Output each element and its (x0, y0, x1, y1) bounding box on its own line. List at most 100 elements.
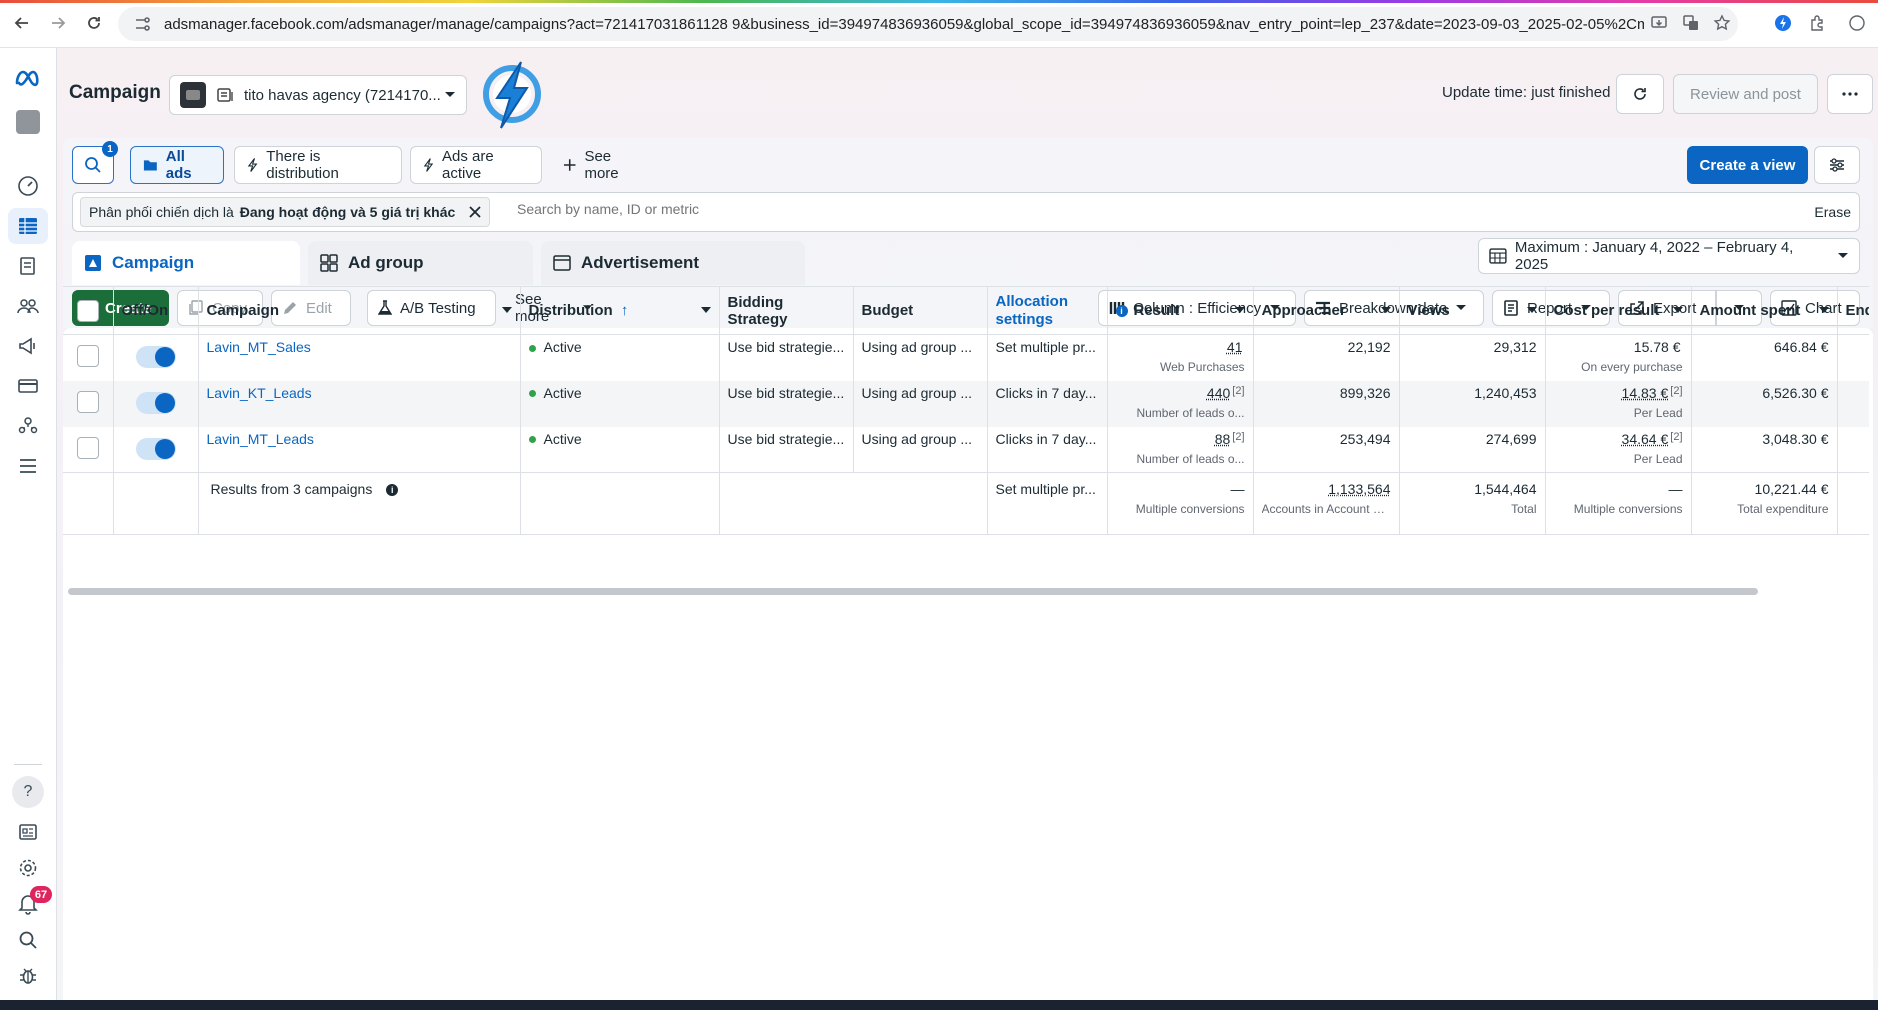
summary-result-value: — (1230, 481, 1245, 497)
column-header-allocation[interactable]: Allocation settings (987, 286, 1108, 335)
tab-ad-group[interactable]: Ad group (308, 241, 533, 285)
distribution-status: Active (543, 430, 582, 447)
sort-ascending-icon: ↑ (620, 302, 629, 319)
table-row[interactable]: Lavin_KT_Leads Active Use bid strategie.… (63, 380, 1869, 427)
result-footnote: [2] (1232, 384, 1245, 397)
caret-down-icon[interactable] (1380, 307, 1391, 314)
row-checkbox[interactable] (76, 390, 99, 413)
pages-icon[interactable] (8, 248, 48, 284)
refresh-button[interactable] (1616, 74, 1664, 114)
more-options-button[interactable] (1827, 74, 1873, 114)
cost-per-result-value[interactable]: 34.64 € (1622, 431, 1669, 447)
cost-per-result-footnote: [2] (1670, 384, 1683, 397)
active-filter-chip[interactable]: Phân phối chiến dịch là Đang hoạt động v… (80, 197, 491, 227)
address-bar[interactable]: adsmanager.facebook.com/adsmanager/manag… (118, 7, 1738, 41)
audiences-icon[interactable] (8, 288, 48, 324)
tab-strip-accent (0, 0, 1878, 3)
view-settings-button[interactable] (1814, 146, 1860, 184)
create-view-button[interactable]: Create a view (1687, 146, 1808, 184)
browser-toolbar: adsmanager.facebook.com/adsmanager/manag… (0, 0, 1878, 48)
extension-bolt-icon[interactable] (1772, 12, 1794, 34)
column-header-cost-per-result[interactable]: Cost per result (1545, 286, 1692, 335)
cost-per-result-value[interactable]: 14.83 € (1622, 385, 1669, 401)
caret-down-icon[interactable] (1672, 307, 1683, 314)
url-text[interactable]: adsmanager.facebook.com/adsmanager/manag… (164, 16, 1644, 33)
column-header-onoff[interactable]: Off/On (113, 286, 199, 335)
close-icon[interactable] (469, 206, 481, 218)
select-all-checkbox[interactable] (76, 299, 99, 322)
column-header-end[interactable]: End (1837, 286, 1869, 335)
result-value[interactable]: 440 (1207, 385, 1230, 401)
back-icon[interactable] (10, 11, 34, 35)
distribution-filter-button[interactable]: There is distribution (234, 146, 402, 184)
caret-down-icon[interactable] (1234, 307, 1245, 314)
dashboard-gauge-icon[interactable] (8, 168, 48, 204)
cost-per-result-type: Per Lead (1633, 405, 1683, 420)
caret-down-icon[interactable] (501, 307, 512, 314)
news-feed-icon[interactable] (8, 814, 48, 850)
column-header-bidding[interactable]: Bidding Strategy (719, 286, 854, 335)
result-value[interactable]: 88 (1215, 431, 1231, 447)
info-icon[interactable]: i (1115, 305, 1128, 317)
bookmark-star-icon[interactable] (1711, 12, 1733, 34)
tab-campaign-label: Campaign (112, 253, 195, 272)
row-checkbox[interactable] (76, 345, 99, 367)
ads-active-filter-button[interactable]: Ads are active (410, 146, 542, 184)
result-value[interactable]: 41 (1227, 339, 1243, 355)
caret-down-icon[interactable] (700, 307, 711, 314)
business-people-icon[interactable] (8, 408, 48, 444)
caret-down-icon[interactable] (1526, 307, 1537, 314)
date-range-picker[interactable]: Maximum : January 4, 2022 – February 4, … (1478, 238, 1860, 274)
search-input[interactable] (517, 201, 1417, 217)
column-header-amount-spent[interactable]: Amount spent (1691, 286, 1838, 335)
campaign-toggle[interactable] (135, 437, 176, 460)
caret-down-icon[interactable] (1818, 307, 1829, 314)
billing-card-icon[interactable] (8, 368, 48, 404)
summary-row: Results from 3 campaigns i Set multiple … (63, 472, 1869, 535)
campaign-name-cell: Lavin_MT_Leads (198, 426, 521, 473)
column-header-distribution[interactable]: Distribution ↑ (520, 286, 720, 335)
table-row[interactable]: Lavin_MT_Sales Active Use bid strategie.… (63, 334, 1869, 381)
tab-campaign[interactable]: Campaign (72, 241, 300, 285)
forward-icon[interactable] (46, 11, 70, 35)
meta-logo-icon[interactable] (8, 60, 48, 96)
column-header-campaign[interactable]: Campaign (198, 286, 521, 335)
help-icon[interactable]: ? (8, 774, 48, 810)
review-and-post-button[interactable]: Review and post (1673, 74, 1818, 114)
column-header-approacher[interactable]: Approacher (1253, 286, 1400, 335)
all-ads-button[interactable]: All ads (130, 146, 224, 184)
install-app-icon[interactable] (1648, 12, 1670, 34)
menu-hamburger-icon[interactable] (8, 448, 48, 484)
search-icon[interactable] (8, 922, 48, 958)
campaign-toggle[interactable] (135, 346, 176, 368)
summary-approacher-value[interactable]: 1,133,564 (1328, 481, 1390, 497)
horizontal-scrollbar[interactable] (68, 588, 1758, 595)
row-checkbox[interactable] (76, 436, 99, 459)
account-avatar[interactable] (8, 104, 48, 140)
campaigns-table-icon[interactable] (8, 208, 48, 244)
bug-report-icon[interactable] (8, 958, 48, 994)
see-more-filters-button[interactable]: See more (550, 146, 660, 184)
megaphone-icon[interactable] (8, 328, 48, 364)
settings-gear-icon[interactable] (8, 850, 48, 886)
profile-dots-icon[interactable] (1846, 12, 1868, 34)
info-icon[interactable]: i (386, 484, 399, 496)
extensions-puzzle-icon[interactable] (1807, 12, 1829, 34)
translate-icon[interactable] (1680, 12, 1702, 34)
campaign-toggle[interactable] (135, 391, 176, 414)
update-time-text: Update time: just finished (1442, 84, 1611, 101)
erase-filters-button[interactable]: Erase (1814, 204, 1851, 220)
tab-advertisement[interactable]: Advertisement (541, 241, 805, 285)
column-header-result[interactable]: i Result (1107, 286, 1254, 335)
campaign-name-link[interactable]: Lavin_MT_Leads (207, 431, 314, 447)
reload-icon[interactable] (82, 11, 106, 35)
cost-per-result-footnote: [2] (1670, 430, 1683, 443)
account-selector[interactable]: tito havas agency (7214170... (169, 75, 467, 115)
result-cell: 88 [2] Number of leads o... (1107, 426, 1254, 473)
site-info-icon[interactable] (132, 14, 152, 34)
table-row[interactable]: Lavin_MT_Leads Active Use bid strategie.… (63, 426, 1869, 473)
column-header-budget[interactable]: Budget (853, 286, 988, 335)
campaign-name-link[interactable]: Lavin_KT_Leads (207, 385, 312, 401)
column-header-views[interactable]: Views (1399, 286, 1546, 335)
campaign-name-link[interactable]: Lavin_MT_Sales (207, 339, 311, 355)
